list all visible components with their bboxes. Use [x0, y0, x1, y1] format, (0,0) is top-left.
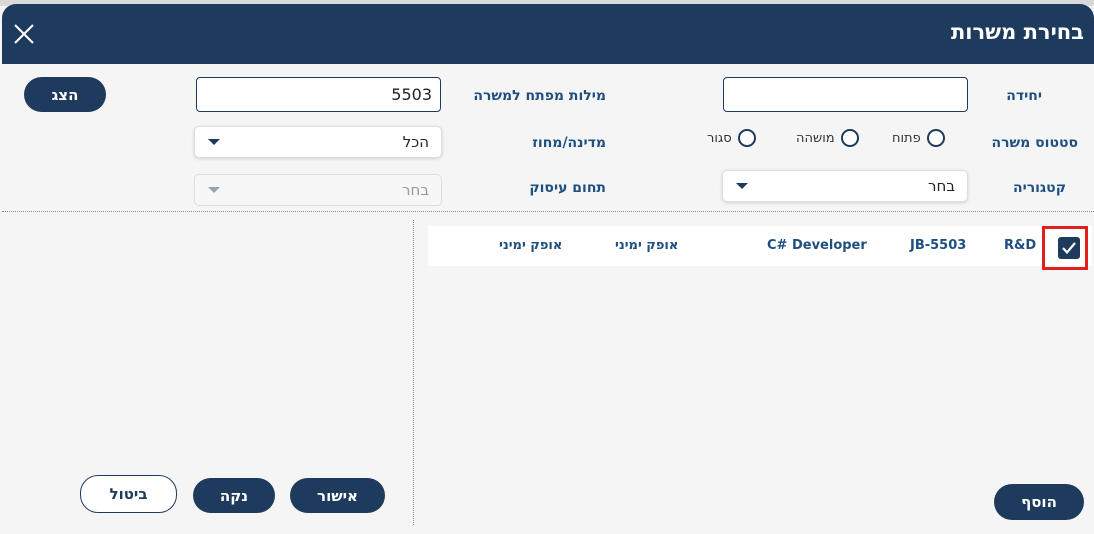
field-select-value: בחר: [402, 181, 429, 199]
row-job-title: C# Developer: [767, 238, 867, 253]
country-label: מדינה/מחוז: [532, 135, 606, 151]
dialog-titlebar: בחירת משרות: [2, 4, 1094, 64]
category-label: קטגוריה: [1012, 180, 1066, 196]
row-recruiter: אופק ימיני: [615, 238, 679, 253]
unit-label: יחידה: [1006, 88, 1042, 104]
chevron-down-icon: [208, 187, 220, 193]
status-open-option[interactable]: פתוח: [892, 129, 945, 147]
unit-input[interactable]: [723, 77, 968, 112]
clear-button[interactable]: נקה: [193, 478, 275, 513]
row-select-checkbox[interactable]: [1058, 237, 1080, 259]
row-job-id: JB-5503: [910, 238, 967, 253]
keywords-label: מילות מפתח למשרה: [473, 88, 606, 104]
close-icon[interactable]: [10, 20, 38, 48]
country-select[interactable]: הכל: [194, 126, 442, 158]
panel-divider: [413, 220, 414, 525]
status-closed-label: סגור: [707, 130, 732, 146]
job-selection-dialog: בחירת משרות יחידה מילות מפתח למשרה הצג ס…: [2, 4, 1094, 534]
add-button[interactable]: הוסף: [994, 484, 1084, 520]
cancel-button[interactable]: ביטול: [80, 475, 177, 513]
radio-paused[interactable]: [840, 129, 859, 147]
status-closed-option[interactable]: סגור: [707, 129, 756, 147]
category-select[interactable]: בחר: [722, 170, 968, 202]
confirm-button[interactable]: אישור: [290, 478, 385, 513]
country-select-value: הכל: [402, 133, 429, 151]
radio-closed[interactable]: [737, 129, 756, 147]
radio-open[interactable]: [926, 129, 945, 147]
filters-divider: [2, 211, 1094, 212]
dialog-title: בחירת משרות: [950, 20, 1084, 44]
category-select-value: בחר: [928, 177, 955, 195]
status-open-label: פתוח: [892, 130, 921, 146]
row-owner: אופק ימיני: [499, 238, 563, 253]
field-select[interactable]: בחר: [194, 174, 442, 206]
chevron-down-icon: [208, 139, 220, 145]
job-status-label: סטטוס משרה: [991, 135, 1078, 151]
keywords-input[interactable]: [196, 77, 441, 112]
show-button[interactable]: הצג: [24, 77, 106, 112]
status-paused-label: מושהה: [796, 130, 835, 146]
row-unit: R&D: [1004, 238, 1037, 253]
status-paused-option[interactable]: מושהה: [796, 129, 859, 147]
chevron-down-icon: [736, 183, 748, 189]
field-label: תחום עיסוק: [529, 180, 606, 196]
